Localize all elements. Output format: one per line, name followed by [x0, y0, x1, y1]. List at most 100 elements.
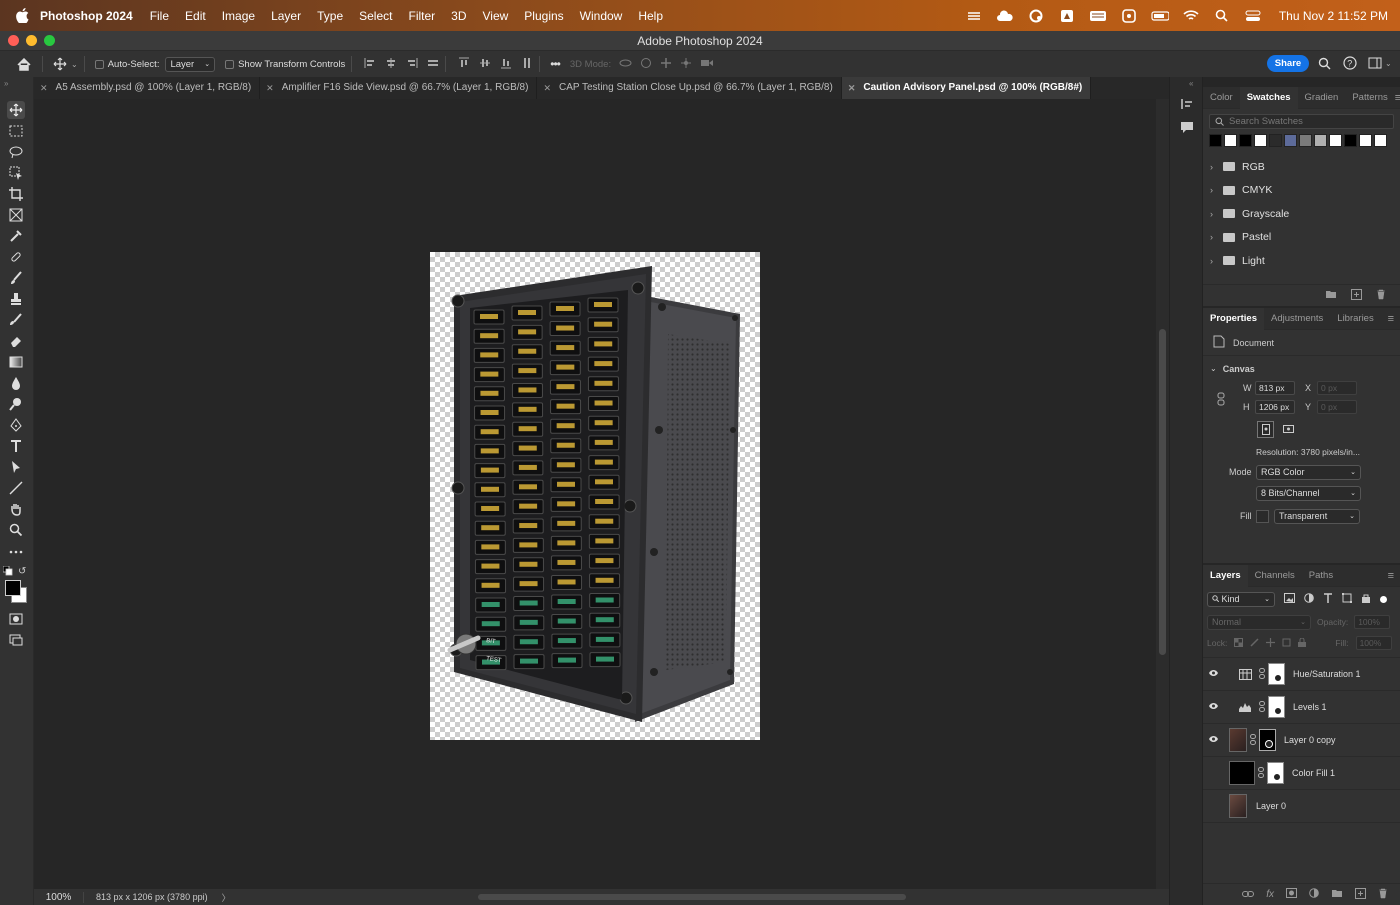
new-swatch-icon[interactable] — [1351, 288, 1362, 303]
lock-pixels-icon[interactable] — [1250, 637, 1259, 649]
zoom-tool-icon[interactable] — [7, 521, 25, 539]
visibility-eye-icon[interactable] — [1203, 702, 1223, 713]
share-button[interactable]: Share — [1267, 55, 1309, 72]
distribute-vertical-icon[interactable] — [521, 57, 533, 72]
canvas-width-input[interactable]: 813 px — [1255, 380, 1295, 395]
filter-adjustment-icon[interactable] — [1304, 593, 1314, 605]
zoom-window-button[interactable] — [44, 35, 55, 46]
menu-window[interactable]: Window — [580, 9, 623, 23]
align-middle-icon[interactable] — [479, 57, 491, 72]
filter-toggle-icon[interactable] — [1380, 595, 1387, 603]
swatch[interactable] — [1359, 134, 1372, 147]
new-group-icon[interactable] — [1331, 888, 1343, 901]
opacity-input[interactable]: 100% — [1354, 615, 1391, 629]
tab-layers[interactable]: Layers — [1203, 564, 1248, 587]
mask-link-icon[interactable] — [1250, 733, 1256, 747]
mode-dropdown[interactable]: RGB Color ⌄ — [1256, 464, 1361, 480]
tab-caution-advisory-panel[interactable]: ✕ Caution Advisory Panel.psd @ 100% (RGB/… — [841, 77, 1092, 99]
layer-row-levels[interactable]: Levels 1 — [1203, 691, 1400, 724]
color-fill-thumbnail[interactable] — [1229, 761, 1255, 785]
close-tab-icon[interactable]: ✕ — [40, 77, 48, 99]
layer-thumbnail[interactable] — [1229, 794, 1247, 818]
comments-panel-icon[interactable] — [1180, 120, 1194, 137]
horizontal-scroll-thumb[interactable] — [478, 894, 906, 900]
menu-layer[interactable]: Layer — [271, 9, 301, 23]
layer-row-hue-saturation[interactable]: Hue/Saturation 1 — [1203, 658, 1400, 691]
hand-tool-icon[interactable] — [7, 500, 25, 518]
layer-row-layer-0[interactable]: Layer 0 — [1203, 790, 1400, 823]
close-tab-icon[interactable]: ✕ — [266, 77, 274, 99]
tab-channels[interactable]: Channels — [1248, 565, 1302, 587]
pan-3d-icon[interactable] — [660, 57, 672, 72]
default-colors-icon[interactable] — [2, 565, 13, 579]
panel-menu-icon[interactable]: ≡ — [1388, 313, 1394, 325]
history-brush-tool-icon[interactable] — [7, 311, 25, 329]
show-transform-checkbox[interactable] — [225, 59, 235, 69]
control-center-icon[interactable] — [1244, 9, 1262, 23]
align-top-icon[interactable] — [458, 57, 470, 72]
menu-view[interactable]: View — [483, 9, 509, 23]
swatch[interactable] — [1374, 134, 1387, 147]
visibility-eye-icon[interactable] — [1203, 669, 1223, 680]
canvas-height-input[interactable]: 1206 px — [1255, 399, 1295, 414]
fill-dropdown[interactable]: Transparent ⌄ — [1274, 508, 1360, 524]
distribute-icon[interactable] — [427, 57, 439, 72]
orbit-3d-icon[interactable] — [619, 57, 632, 72]
vertical-scroll-thumb[interactable] — [1159, 329, 1166, 655]
menu-file[interactable]: File — [150, 9, 169, 23]
layer-row-layer-0-copy[interactable]: Layer 0 copy — [1203, 724, 1400, 757]
apple-icon[interactable] — [14, 8, 30, 24]
zoom-level[interactable]: 100% — [34, 891, 84, 903]
document-canvas[interactable]: BIT TEST — [430, 252, 760, 740]
swatch[interactable] — [1239, 134, 1252, 147]
align-center-h-icon[interactable] — [385, 57, 397, 72]
swatch[interactable] — [1329, 134, 1342, 147]
frame-tool-icon[interactable] — [7, 206, 25, 224]
history-panel-icon[interactable] — [1180, 97, 1194, 114]
visibility-eye-icon[interactable] — [1203, 735, 1223, 746]
layer-mask-thumbnail[interactable] — [1259, 729, 1276, 751]
stack-icon[interactable] — [965, 9, 983, 23]
move-tool-icon[interactable] — [7, 101, 25, 119]
type-tool-icon[interactable] — [7, 437, 25, 455]
move-tool-preset-icon[interactable]: ⌄ — [53, 57, 78, 71]
vertical-scrollbar[interactable] — [1156, 99, 1169, 889]
camera-3d-icon[interactable] — [700, 57, 714, 72]
tab-color[interactable]: Color — [1203, 87, 1240, 109]
swatch[interactable] — [1269, 134, 1282, 147]
swatch-group-rgb[interactable]: › RGB — [1203, 155, 1400, 179]
cloud-icon[interactable] — [996, 9, 1014, 23]
lasso-tool-icon[interactable] — [7, 143, 25, 161]
lock-all-icon[interactable] — [1298, 637, 1307, 649]
swatch[interactable] — [1209, 134, 1222, 147]
swatch-group-light[interactable]: › Light — [1203, 249, 1400, 273]
brush-tool-icon[interactable] — [7, 269, 25, 287]
wifi-icon[interactable] — [1182, 9, 1200, 23]
line-tool-icon[interactable] — [7, 479, 25, 497]
fill-opacity-input[interactable]: 100% — [1355, 636, 1392, 650]
creative-cloud-icon[interactable] — [1027, 9, 1045, 23]
swatch-group-cmyk[interactable]: › CMYK — [1203, 179, 1400, 203]
layer-thumbnail[interactable] — [1229, 728, 1247, 752]
new-group-icon[interactable] — [1325, 289, 1337, 302]
align-left-icon[interactable] — [364, 57, 376, 72]
eraser-tool-icon[interactable] — [7, 332, 25, 350]
mask-link-icon[interactable] — [1259, 667, 1265, 681]
layer-row-color-fill[interactable]: Color Fill 1 — [1203, 757, 1400, 790]
canvas-y-input[interactable]: 0 px — [1317, 399, 1357, 414]
close-window-button[interactable] — [8, 35, 19, 46]
dodge-tool-icon[interactable] — [7, 395, 25, 413]
workspace-icon[interactable]: ⌄ — [1368, 57, 1392, 69]
swatch-search-input[interactable]: Search Swatches — [1209, 114, 1394, 129]
portrait-orientation-icon[interactable] — [1257, 420, 1274, 438]
eyedropper-tool-icon[interactable] — [7, 227, 25, 245]
quick-mask-icon[interactable] — [7, 610, 25, 628]
align-right-icon[interactable] — [406, 57, 418, 72]
edit-toolbar-icon[interactable] — [7, 543, 25, 561]
landscape-orientation-icon[interactable] — [1280, 421, 1297, 438]
tab-cap-testing-station[interactable]: ✕ CAP Testing Station Close Up.psd @ 66.7… — [537, 77, 842, 99]
menu-select[interactable]: Select — [359, 9, 392, 23]
menu-type[interactable]: Type — [317, 9, 343, 23]
bit-depth-dropdown[interactable]: 8 Bits/Channel ⌄ — [1256, 485, 1361, 501]
swatch[interactable] — [1254, 134, 1267, 147]
